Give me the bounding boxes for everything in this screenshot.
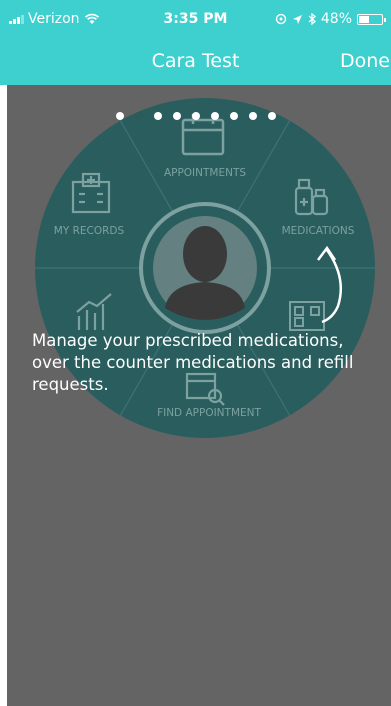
page-dot[interactable]: [210, 112, 219, 120]
segment-label: MY RECORDS: [54, 225, 125, 237]
segment-label: MEDICATIONS: [282, 225, 355, 237]
battery-percent: 48%: [320, 11, 352, 27]
status-bar: Verizon 3:35 PM 48%: [0, 0, 391, 37]
page-dot[interactable]: [248, 112, 257, 120]
page-dot[interactable]: [153, 112, 162, 120]
segment-label: FIND APPOINTMENT: [157, 407, 261, 419]
done-button[interactable]: Done: [340, 50, 390, 72]
page-dot[interactable]: [267, 112, 276, 120]
page-dot[interactable]: [134, 112, 143, 120]
onboarding-caption: Manage your prescribed medications, over…: [32, 331, 354, 394]
status-right: 48%: [275, 11, 386, 27]
page-dot[interactable]: [229, 112, 238, 120]
bluetooth-icon: [308, 13, 316, 25]
page-dot[interactable]: [172, 112, 181, 120]
page-dot[interactable]: [191, 112, 200, 120]
location-icon: [292, 14, 302, 24]
page-indicator: [0, 112, 391, 120]
segment-label: APPOINTMENTS: [164, 167, 246, 179]
page-dot[interactable]: [115, 112, 124, 120]
battery-icon: [357, 13, 386, 25]
navigation-bar: Cara Test Done: [0, 37, 391, 85]
page-title: Cara Test: [151, 50, 240, 72]
profile-avatar[interactable]: [139, 202, 271, 334]
orientation-lock-icon: [275, 13, 287, 25]
